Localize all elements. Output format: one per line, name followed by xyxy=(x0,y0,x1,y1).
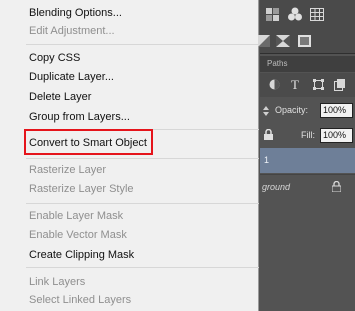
layer-row-selected[interactable]: 1 xyxy=(260,148,355,173)
menu-item-rasterize-layer-style[interactable]: Rasterize Layer Style xyxy=(29,182,134,196)
adjustments-icon[interactable] xyxy=(266,8,280,22)
menu-item-blending-options[interactable]: Blending Options... xyxy=(29,6,122,20)
adjustments-toolbar xyxy=(260,0,355,28)
opacity-label: Opacity: xyxy=(275,105,309,115)
menu-separator xyxy=(26,267,259,268)
menu-item-rasterize-layer[interactable]: Rasterize Layer xyxy=(29,163,106,177)
menu-separator xyxy=(26,158,259,159)
menu-item-duplicate-layer[interactable]: Duplicate Layer... xyxy=(29,70,114,84)
mask-icon[interactable] xyxy=(276,35,290,47)
menu-separator xyxy=(26,44,259,45)
image-icon[interactable] xyxy=(258,35,270,47)
layers-panel: Paths T Opacity: 100% Fill: 100% 1 groun… xyxy=(258,0,355,311)
layer-filter-bar: T xyxy=(260,73,355,97)
menu-item-delete-layer[interactable]: Delete Layer xyxy=(29,90,91,104)
menu-item-select-linked-layers[interactable]: Select Linked Layers xyxy=(29,293,131,307)
grid-icon[interactable] xyxy=(310,8,324,21)
menu-item-copy-css[interactable]: Copy CSS xyxy=(29,51,80,65)
menu-item-create-clipping-mask[interactable]: Create Clipping Mask xyxy=(29,248,134,262)
swatch-icon[interactable] xyxy=(298,35,311,47)
adjustments-toolbar-row2 xyxy=(258,28,355,54)
menu-item-link-layers[interactable]: Link Layers xyxy=(29,275,85,289)
lock-icon xyxy=(332,181,341,192)
menu-item-enable-vector-mask[interactable]: Enable Vector Mask xyxy=(29,228,127,242)
menu-item-edit-adjustment[interactable]: Edit Adjustment... xyxy=(29,24,115,38)
highlight-box xyxy=(24,129,153,155)
fill-label: Fill: xyxy=(301,130,315,140)
fill-input[interactable]: 100% xyxy=(320,128,353,143)
menu-item-enable-layer-mask[interactable]: Enable Layer Mask xyxy=(29,209,123,223)
stepper-icon[interactable] xyxy=(263,106,269,116)
shape-filter-icon[interactable] xyxy=(313,79,324,90)
opacity-row: Opacity: 100% xyxy=(260,100,355,122)
type-filter-icon[interactable]: T xyxy=(291,78,302,90)
svg-text:T: T xyxy=(291,78,299,90)
smart-object-filter-icon[interactable] xyxy=(334,79,346,91)
lock-icon[interactable] xyxy=(264,129,273,140)
layer-row-background[interactable]: ground xyxy=(260,174,355,199)
styles-icon[interactable] xyxy=(288,7,302,21)
tab-paths[interactable]: Paths xyxy=(267,59,287,68)
context-menu: Blending Options... Edit Adjustment... C… xyxy=(0,0,259,311)
fill-row: Fill: 100% xyxy=(260,124,355,146)
menu-separator xyxy=(26,203,259,204)
layer-name: 1 xyxy=(264,155,270,165)
pixel-filter-icon[interactable] xyxy=(269,79,280,90)
panel-tabs: Paths xyxy=(260,56,355,72)
menu-item-group-from-layers[interactable]: Group from Layers... xyxy=(29,110,130,124)
layer-name: ground xyxy=(262,182,291,192)
opacity-input[interactable]: 100% xyxy=(320,103,353,118)
